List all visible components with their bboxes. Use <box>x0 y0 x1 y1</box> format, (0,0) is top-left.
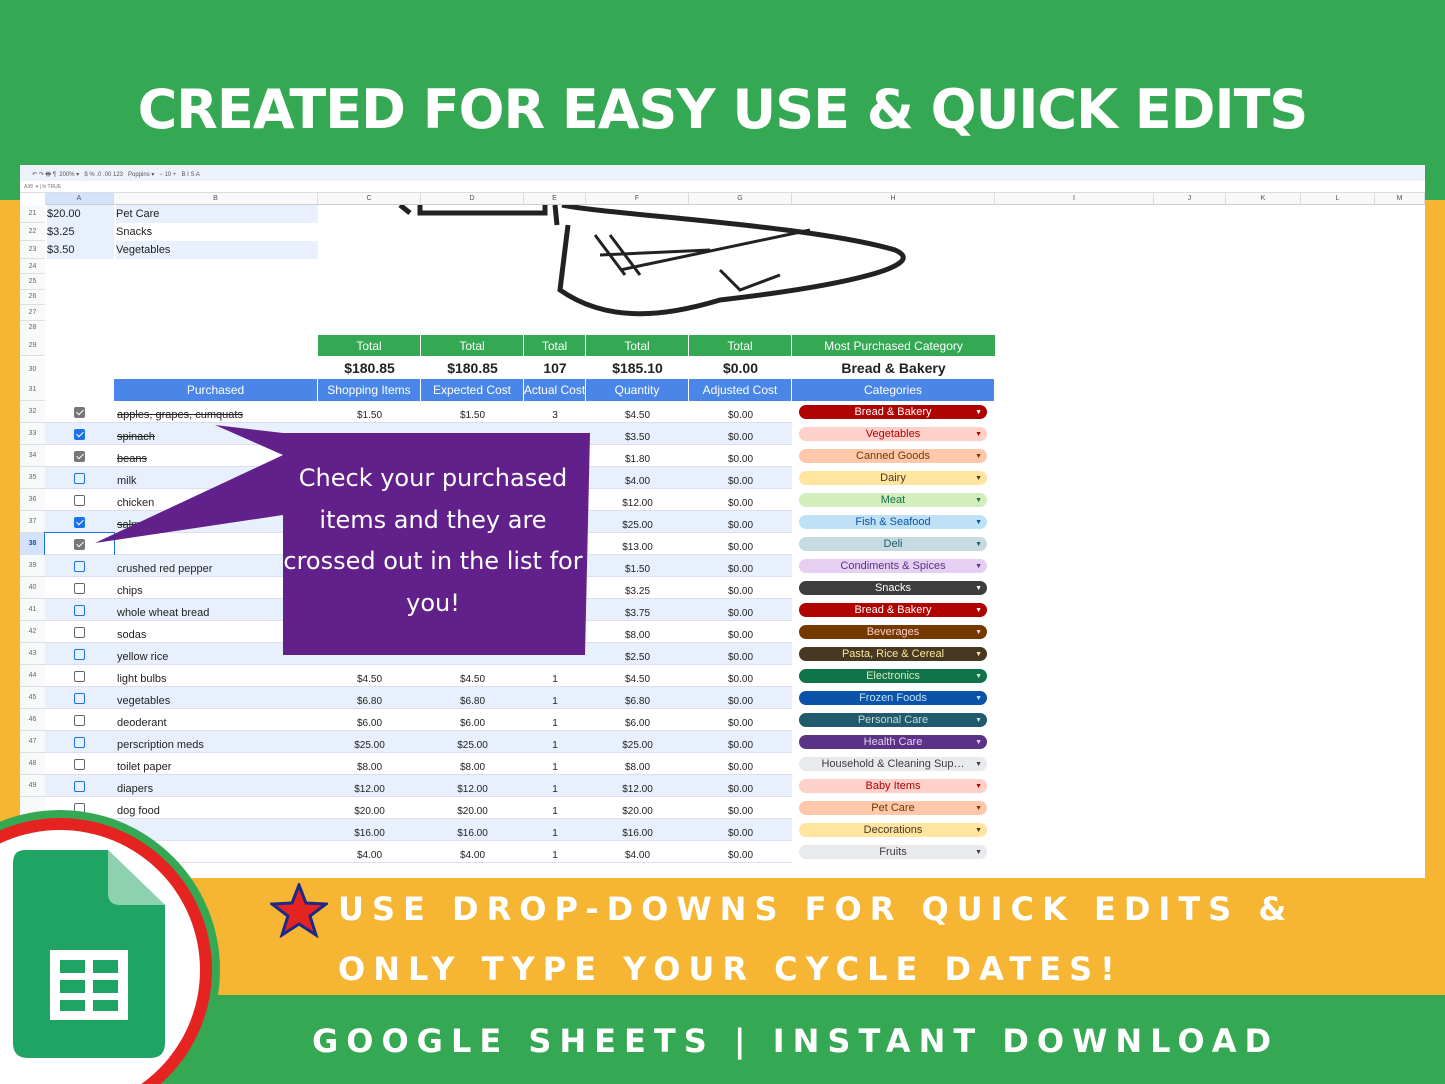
chevron-down-icon: ▼ <box>975 782 982 790</box>
chevron-down-icon: ▼ <box>975 430 982 438</box>
column-header[interactable]: K <box>1226 193 1301 205</box>
category-label: Vegetables <box>865 428 921 440</box>
category-label: Bread & Bakery <box>854 406 932 418</box>
category-label: Health Care <box>863 736 923 748</box>
category-dropdown[interactable]: Beverages ▼ <box>799 625 987 639</box>
category-label: Condiments & Spices <box>840 560 946 572</box>
category-dropdown[interactable]: Pet Care ▼ <box>799 801 987 815</box>
chevron-down-icon: ▼ <box>975 738 982 746</box>
header-categories: Categories <box>792 379 994 401</box>
chevron-down-icon: ▼ <box>975 716 982 724</box>
banner-line-2: ONLY TYPE YOUR CYCLE DATES! <box>338 950 1123 988</box>
category-dropdown[interactable]: Deli ▼ <box>799 537 987 551</box>
chevron-down-icon: ▼ <box>975 628 982 636</box>
category-label: Meat <box>880 494 906 506</box>
category-dropdown[interactable]: Electronics ▼ <box>799 669 987 683</box>
category-dropdown[interactable]: Condiments & Spices ▼ <box>799 559 987 573</box>
footer-text: GOOGLE SHEETS | INSTANT DOWNLOAD <box>312 1022 1280 1060</box>
category-label: Personal Care <box>857 714 929 726</box>
cell-exp[interactable]: $4.00 <box>318 844 421 866</box>
chevron-down-icon: ▼ <box>975 474 982 482</box>
most-purchased-label: Most Purchased Category <box>792 335 995 356</box>
row-number[interactable]: 48 <box>20 753 45 775</box>
row-number[interactable]: 49 <box>20 775 45 797</box>
category-label: Frozen Foods <box>859 692 927 704</box>
category-label: Dairy <box>880 472 906 484</box>
chevron-down-icon: ▼ <box>975 518 982 526</box>
chevron-down-icon: ▼ <box>975 804 982 812</box>
cell-adj[interactable]: $4.00 <box>586 844 689 866</box>
chevron-down-icon: ▼ <box>975 694 982 702</box>
callout-text: Check your purchased items and they are … <box>283 464 583 617</box>
purchased-checkbox-cell[interactable] <box>45 731 114 753</box>
checkbox[interactable] <box>74 758 85 770</box>
checkbox[interactable] <box>74 714 85 726</box>
total-label: Total <box>689 335 791 356</box>
category-label: Fruits <box>879 846 907 858</box>
category-dropdown[interactable]: Bread & Bakery ▼ <box>799 405 987 419</box>
google-sheets-logo <box>0 810 220 1084</box>
row-number[interactable]: 47 <box>20 731 45 753</box>
spreadsheet-window: ↶ ↷ 🖶 ¶ 200% ▾ $ % .0 .00 123 Poppins ▾ … <box>20 165 1425 878</box>
column-header[interactable]: I <box>995 193 1154 205</box>
category-label: Pasta, Rice & Cereal <box>841 648 945 660</box>
column-header[interactable]: L <box>1301 193 1375 205</box>
star-icon <box>270 883 328 938</box>
category-dropdown[interactable]: Frozen Foods ▼ <box>799 691 987 705</box>
column-header[interactable]: G <box>689 193 792 205</box>
checkbox[interactable] <box>74 736 85 748</box>
cell-qty[interactable]: 1 <box>524 844 586 866</box>
category-dropdown[interactable]: Fish & Seafood ▼ <box>799 515 987 529</box>
banner-line-1: USE DROP-DOWNS FOR QUICK EDITS & <box>338 890 1295 928</box>
chevron-down-icon: ▼ <box>975 562 982 570</box>
chevron-down-icon: ▼ <box>975 760 982 768</box>
cell-diff[interactable]: $0.00 <box>689 844 792 866</box>
category-dropdown[interactable]: Snacks ▼ <box>799 581 987 595</box>
category-dropdown[interactable]: Baby Items ▼ <box>799 779 987 793</box>
column-header[interactable]: J <box>1154 193 1226 205</box>
category-dropdown[interactable]: Meat ▼ <box>799 493 987 507</box>
category-dropdown[interactable]: Household & Cleaning Sup… ▼ <box>799 757 987 771</box>
category-label: Electronics <box>866 670 920 682</box>
category-dropdown[interactable]: Dairy ▼ <box>799 471 987 485</box>
chevron-down-icon: ▼ <box>975 584 982 592</box>
category-label: Household & Cleaning Sup… <box>821 758 965 770</box>
category-label: Decorations <box>863 824 923 836</box>
chevron-down-icon: ▼ <box>975 606 982 614</box>
category-label: Deli <box>883 538 903 550</box>
purchased-checkbox-cell[interactable] <box>45 775 114 797</box>
chevron-down-icon: ▼ <box>975 848 982 856</box>
category-label: Snacks <box>874 582 912 594</box>
chevron-down-icon: ▼ <box>975 452 982 460</box>
chevron-down-icon: ▼ <box>975 826 982 834</box>
most-purchased-value: Bread & Bakery <box>841 360 946 376</box>
category-dropdown[interactable]: Canned Goods ▼ <box>799 449 987 463</box>
header-adjusted: Adjusted Cost <box>689 379 791 401</box>
column-header[interactable]: M <box>1375 193 1425 205</box>
checkbox[interactable] <box>74 780 85 792</box>
category-label: Bread & Bakery <box>854 604 932 616</box>
chevron-down-icon: ▼ <box>975 408 982 416</box>
chevron-down-icon: ▼ <box>975 650 982 658</box>
chevron-down-icon: ▼ <box>975 672 982 680</box>
category-dropdown[interactable]: Vegetables ▼ <box>799 427 987 441</box>
category-dropdown[interactable]: Pasta, Rice & Cereal ▼ <box>799 647 987 661</box>
chevron-down-icon: ▼ <box>975 540 982 548</box>
category-label: Baby Items <box>865 780 921 792</box>
cell-act[interactable]: $4.00 <box>421 844 524 866</box>
purchased-checkbox-cell[interactable] <box>45 753 114 775</box>
category-label: Pet Care <box>871 802 915 814</box>
category-label: Fish & Seafood <box>855 516 931 528</box>
category-dropdown[interactable]: Decorations ▼ <box>799 823 987 837</box>
category-label: Canned Goods <box>856 450 930 462</box>
column-header[interactable]: H <box>792 193 995 205</box>
category-dropdown[interactable]: Health Care ▼ <box>799 735 987 749</box>
total-difference: $0.00 <box>722 360 759 376</box>
category-dropdown[interactable]: Personal Care ▼ <box>799 713 987 727</box>
chevron-down-icon: ▼ <box>975 496 982 504</box>
category-dropdown[interactable]: Bread & Bakery ▼ <box>799 603 987 617</box>
category-label: Beverages <box>866 626 920 638</box>
category-dropdown[interactable]: Fruits ▼ <box>799 845 987 859</box>
